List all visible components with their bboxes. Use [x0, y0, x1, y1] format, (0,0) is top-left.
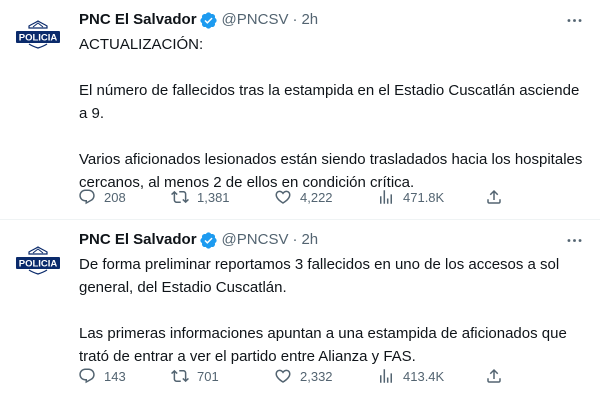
- reply-button[interactable]: 143: [78, 366, 126, 386]
- tweet-actions: 143 701 2,332 413.4K: [78, 366, 504, 386]
- views-button[interactable]: 413.4K: [377, 366, 444, 386]
- timestamp[interactable]: 2h: [301, 10, 318, 30]
- timestamp[interactable]: 2h: [301, 230, 318, 250]
- retweet-count: 1,381: [197, 189, 230, 205]
- heart-icon: [275, 369, 291, 383]
- reply-button[interactable]: 208: [78, 187, 126, 207]
- reply-icon: [79, 368, 95, 384]
- svg-text:POLICIA: POLICIA: [19, 33, 58, 44]
- avatar[interactable]: POLICIA: [14, 10, 62, 58]
- author-name[interactable]: PNC El Salvador: [79, 230, 197, 250]
- verified-badge-icon: [199, 11, 218, 30]
- share-button[interactable]: [485, 366, 503, 386]
- reply-icon: [79, 189, 95, 205]
- share-icon: [487, 189, 501, 204]
- tweet-header: PNC El Salvador @PNCSV · 2h: [79, 10, 318, 30]
- share-icon: [487, 368, 501, 383]
- share-button[interactable]: [485, 187, 503, 207]
- retweet-icon: [171, 369, 189, 383]
- author-handle[interactable]: @PNCSV: [222, 10, 289, 30]
- views-count: 471.8K: [403, 189, 445, 205]
- tweet-feed: POLICIA PNC El Salvador @PNCSV · 2h ACTU…: [0, 0, 600, 401]
- tweet[interactable]: POLICIA PNC El Salvador @PNCSV · 2h ACTU…: [0, 0, 600, 219]
- like-button[interactable]: 2,332: [274, 366, 333, 386]
- like-count: 2,332: [300, 368, 333, 384]
- analytics-icon: [380, 190, 392, 204]
- reply-count: 208: [104, 189, 126, 205]
- more-options-icon[interactable]: [564, 10, 584, 30]
- views-button[interactable]: 471.8K: [377, 187, 444, 207]
- retweet-button[interactable]: 701: [171, 366, 219, 386]
- police-badge-icon: POLICIA: [16, 246, 60, 275]
- separator-dot: ·: [292, 11, 298, 28]
- separator-dot: ·: [292, 231, 298, 248]
- analytics-icon: [380, 369, 392, 383]
- verified-badge-icon: [199, 231, 218, 250]
- reply-count: 143: [104, 368, 126, 384]
- tweet-paragraph: ACTUALIZACIÓN:: [79, 36, 204, 53]
- svg-text:POLICIA: POLICIA: [19, 259, 58, 270]
- tweet-header: PNC El Salvador @PNCSV · 2h: [79, 230, 318, 250]
- tweet-actions: 208 1,381 4,222 471.8K: [78, 187, 504, 207]
- heart-icon: [275, 190, 291, 204]
- like-button[interactable]: 4,222: [274, 187, 333, 207]
- like-count: 4,222: [300, 189, 333, 205]
- avatar[interactable]: POLICIA: [14, 236, 62, 284]
- author-name[interactable]: PNC El Salvador: [79, 10, 197, 30]
- tweet-text: De forma preliminar reportamos 3 falleci…: [79, 253, 583, 368]
- retweet-button[interactable]: 1,381: [171, 187, 230, 207]
- tweet-text: ACTUALIZACIÓN: El número de fallecidos t…: [79, 33, 583, 194]
- tweet-paragraph: El número de fallecidos tras la estampid…: [79, 82, 580, 122]
- tweet-paragraph: De forma preliminar reportamos 3 falleci…: [79, 256, 560, 296]
- author-handle[interactable]: @PNCSV: [222, 230, 289, 250]
- more-options-icon[interactable]: [564, 230, 584, 250]
- retweet-icon: [171, 190, 189, 204]
- views-count: 413.4K: [403, 368, 445, 384]
- tweet[interactable]: POLICIA PNC El Salvador @PNCSV · 2h De f…: [0, 220, 600, 401]
- police-badge-icon: POLICIA: [16, 20, 60, 49]
- tweet-paragraph: Las primeras informaciones apuntan a una…: [79, 325, 567, 365]
- retweet-count: 701: [197, 368, 219, 384]
